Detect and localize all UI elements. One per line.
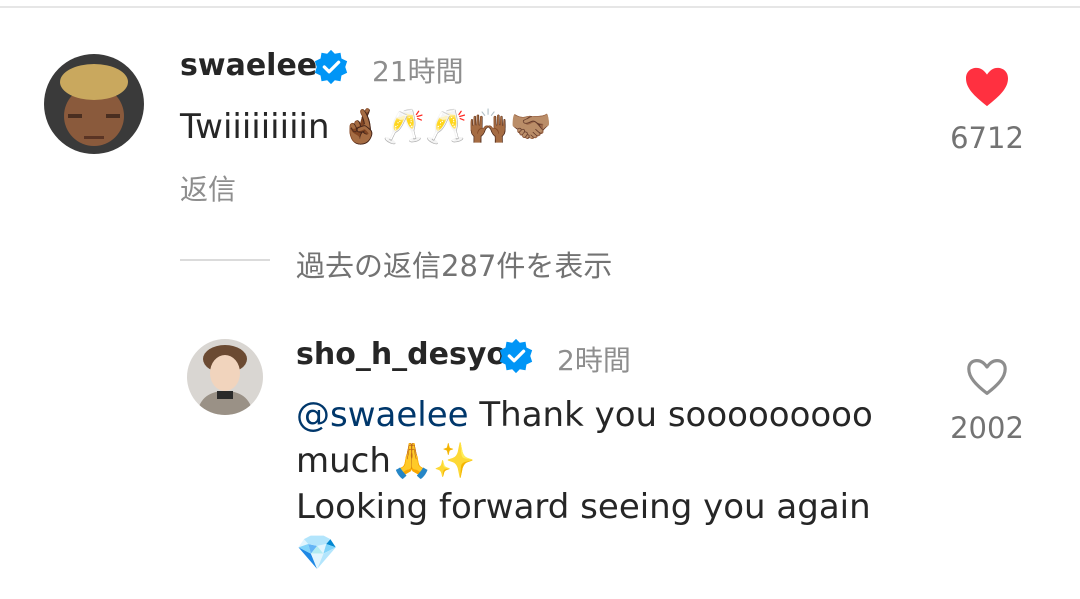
verified-badge-icon: [497, 337, 535, 379]
reply-text: @swaelee Thank you sooooooooo much🙏✨ Loo…: [296, 392, 873, 576]
reply-text-part: Thank you sooooooooo: [468, 395, 873, 435]
verified-badge-icon: [312, 48, 350, 90]
view-replies-divider: [180, 259, 270, 261]
avatar[interactable]: [44, 54, 144, 154]
reply-text-line-1: @swaelee Thank you sooooooooo: [296, 392, 873, 438]
like-count: 2002: [950, 411, 1024, 445]
reply-text-line-4: 💎: [296, 533, 339, 573]
reply-button[interactable]: 返信: [180, 168, 236, 208]
like-count: 6712: [950, 121, 1024, 155]
comment-time: 21時間: [372, 55, 464, 88]
heart-outline-icon[interactable]: [965, 357, 1009, 401]
mention-link[interactable]: @swaelee: [296, 395, 469, 435]
reply-text-line-2: much🙏✨: [296, 441, 476, 481]
heart-filled-icon[interactable]: [964, 66, 1010, 112]
username[interactable]: sho_h_desyo: [296, 337, 507, 372]
username[interactable]: swaelee: [180, 48, 317, 83]
view-replies-button[interactable]: 過去の返信287件を表示: [296, 243, 612, 285]
reply-text-line-3: Looking forward seeing you again: [296, 487, 871, 527]
avatar[interactable]: [187, 339, 263, 415]
reply-time: 2時間: [557, 344, 631, 377]
top-divider: [0, 6, 1080, 8]
comment-text: Twiiiiiiiiin 🤞🏾🥂🥂🙌🏾🤝🏽: [180, 107, 552, 147]
